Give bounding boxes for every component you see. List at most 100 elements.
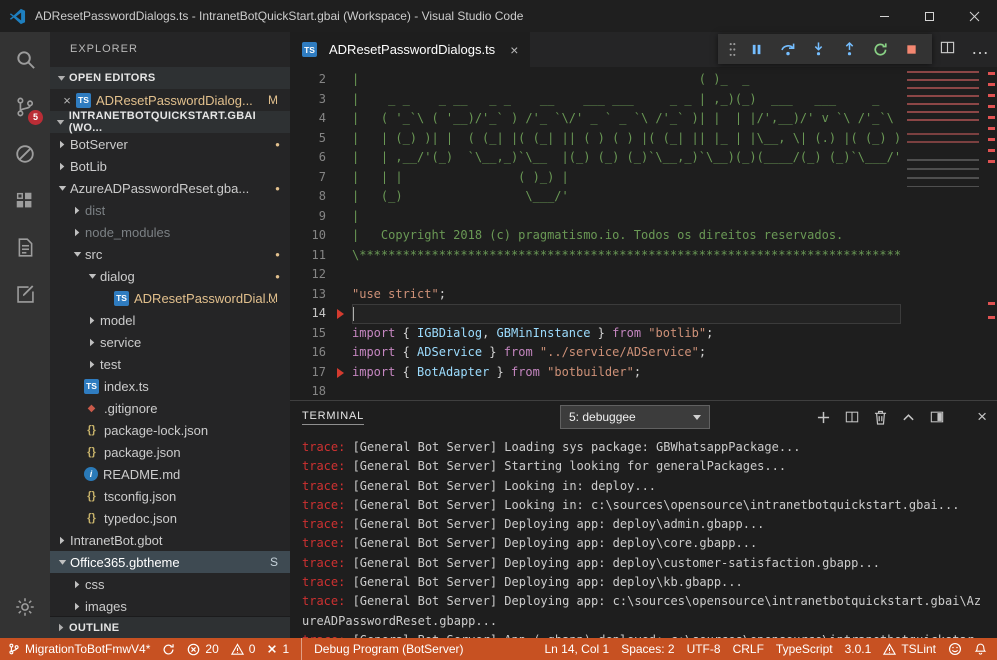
open-editor-item[interactable]: ×TSADResetPasswordDialog...M (50, 89, 290, 111)
code-line-13[interactable]: "use strict"; (352, 285, 901, 305)
terminal-tab[interactable]: TERMINAL (302, 410, 364, 425)
close-panel-button[interactable]: × (977, 411, 987, 423)
tree-folder-model[interactable]: model (50, 309, 290, 331)
code-line-16[interactable]: import { ADService } from "../service/AD… (352, 343, 901, 363)
kill-terminal-button[interactable] (874, 410, 887, 425)
more-actions-button[interactable]: … (971, 41, 989, 59)
status-hints[interactable]: 1 (261, 638, 295, 660)
tree-file-adresetpassworddial-[interactable]: TSADResetPasswordDial...M (50, 287, 290, 309)
status-feedback[interactable] (942, 638, 968, 660)
status-debug-status[interactable]: Debug Program (BotServer) (301, 638, 469, 660)
code-line-18[interactable] (352, 382, 901, 400)
tree-file-package-json[interactable]: {}package.json (50, 441, 290, 463)
activity-search[interactable] (0, 36, 50, 83)
activity-debug[interactable] (0, 130, 50, 177)
tree-file-typedoc-json[interactable]: {}typedoc.json (50, 507, 290, 529)
tab-close-icon[interactable]: × (510, 42, 518, 58)
outline-header[interactable]: OUTLINE (50, 616, 290, 638)
debug-step-out-button[interactable] (835, 36, 864, 62)
code-line-9[interactable]: | | (352, 207, 901, 227)
status-git-branch[interactable]: MigrationToBotFmwV4* (2, 638, 156, 660)
line-number: 7 (290, 168, 352, 188)
tree-folder-css[interactable]: css (50, 573, 290, 595)
code-line-2[interactable]: | ( )_ _ | (352, 70, 901, 90)
status-errors[interactable]: 20 (181, 638, 224, 660)
maximize-panel-button[interactable] (902, 411, 915, 424)
tree-folder-botlib[interactable]: BotLib (50, 155, 290, 177)
code-line-15[interactable]: import { IGBDialog, GBMinInstance } from… (352, 324, 901, 344)
debug-pause-button[interactable] (742, 36, 771, 62)
debug-step-into-button[interactable] (804, 36, 833, 62)
minimap[interactable] (901, 67, 987, 400)
code-editor[interactable]: 23456789101112131415161718 | ( )_ _ || _… (290, 67, 997, 400)
code-line-12[interactable] (352, 265, 901, 285)
add-terminal-button[interactable] (817, 411, 830, 424)
gutter-mark[interactable] (337, 368, 344, 378)
code-line-3[interactable]: | _ _ _ __ _ _ __ ___ ___ _ _ | ,_)(_) _… (352, 90, 901, 110)
kill-terminal-icon (874, 410, 887, 425)
tree-folder-service[interactable]: service (50, 331, 290, 353)
split-editor-button[interactable] (940, 40, 955, 60)
status-cursor-position[interactable]: Ln 14, Col 1 (538, 638, 615, 660)
tree-folder-src[interactable]: src● (50, 243, 290, 265)
code-line-17[interactable]: import { BotAdapter } from "botbuilder"; (352, 363, 901, 383)
open-editors-header[interactable]: OPEN EDITORS (50, 67, 290, 89)
debug-restart-button[interactable] (866, 36, 895, 62)
debug-step-over-button[interactable] (773, 36, 802, 62)
tree-folder-images[interactable]: images (50, 595, 290, 616)
editor-tab[interactable]: TSADResetPasswordDialogs.ts× (290, 32, 530, 67)
terminal-output[interactable]: trace: [General Bot Server] Loading sys … (290, 433, 997, 638)
tree-file--gitignore[interactable]: ◆.gitignore (50, 397, 290, 419)
close-button[interactable] (952, 0, 997, 32)
status-language-mode[interactable]: TypeScript (770, 638, 839, 660)
code-line-6[interactable]: | | ,__/'(_) `\__,_)`\__ |(_) (_) (_)`\_… (352, 148, 901, 168)
tree-file-tsconfig-json[interactable]: {}tsconfig.json (50, 485, 290, 507)
debug-stop-button[interactable] (897, 36, 926, 62)
activity-source-control[interactable]: 5 (0, 83, 50, 130)
workspace-header[interactable]: INTRANETBOTQUICKSTART.GBAI (WO... (50, 111, 290, 133)
tree-folder-office365-gbtheme[interactable]: Office365.gbthemeS (50, 551, 290, 573)
gutter-mark[interactable] (337, 309, 344, 319)
status-tslint[interactable]: TSLint (877, 638, 942, 660)
maximize-button[interactable] (907, 0, 952, 32)
terminal-line: trace: [General Bot Server] Deploying ap… (302, 573, 985, 592)
terminal-line: trace: [General Bot Server] Starting loo… (302, 457, 985, 476)
status-eol[interactable]: CRLF (727, 638, 770, 660)
terminal-selector[interactable]: 5: debuggee (560, 405, 710, 429)
activity-extensions[interactable] (0, 177, 50, 224)
tree-folder-dialog[interactable]: dialog● (50, 265, 290, 287)
status-encoding[interactable]: UTF-8 (681, 638, 727, 660)
activity-settings[interactable] (0, 583, 50, 630)
tree-folder-dist[interactable]: dist (50, 199, 290, 221)
tree-file-readme-md[interactable]: iREADME.md (50, 463, 290, 485)
minimize-button[interactable] (862, 0, 907, 32)
tree-folder-test[interactable]: test (50, 353, 290, 375)
tree-file-package-lock-json[interactable]: {}package-lock.json (50, 419, 290, 441)
code-line-7[interactable]: | | | ( )_) | | (352, 168, 901, 188)
code-line-4[interactable]: | ( '_`\ ( '__)/'_` ) /'_ `\/' _ ` _ `\ … (352, 109, 901, 129)
debug-drag-handle-button[interactable] (724, 36, 740, 62)
status-sync[interactable] (156, 638, 181, 660)
activity-document[interactable] (0, 224, 50, 271)
tree-folder-azureadpasswordreset-gba-[interactable]: AzureADPasswordReset.gba...● (50, 177, 290, 199)
move-panel-button[interactable] (930, 410, 944, 424)
tree-folder-node-modules[interactable]: node_modules (50, 221, 290, 243)
line-number: 4 (290, 109, 352, 129)
status-warnings[interactable]: 0 (225, 638, 262, 660)
code-line-14[interactable] (352, 304, 901, 324)
tree-file-index-ts[interactable]: TSindex.ts (50, 375, 290, 397)
code-content[interactable]: | ( )_ _ || _ _ _ __ _ _ __ ___ ___ _ _ … (352, 67, 901, 400)
code-line-11[interactable]: \***************************************… (352, 246, 901, 266)
status-ts-version[interactable]: 3.0.1 (839, 638, 878, 660)
smiley-icon (948, 642, 962, 656)
status-indentation[interactable]: Spaces: 2 (615, 638, 680, 660)
restart-icon (873, 42, 888, 57)
tree-folder-intranetbot-gbot[interactable]: IntranetBot.gbot (50, 529, 290, 551)
status-notifications[interactable] (968, 638, 993, 660)
code-line-10[interactable]: | Copyright 2018 (c) pragmatismo.io. Tod… (352, 226, 901, 246)
code-line-8[interactable]: | (_) \___/' | (352, 187, 901, 207)
tree-folder-botserver[interactable]: BotServer● (50, 133, 290, 155)
split-terminal-button[interactable] (845, 410, 859, 424)
code-line-5[interactable]: | | (_) )| | ( (_| |( (_| || ( ) ( ) |( … (352, 129, 901, 149)
activity-compose[interactable] (0, 271, 50, 318)
